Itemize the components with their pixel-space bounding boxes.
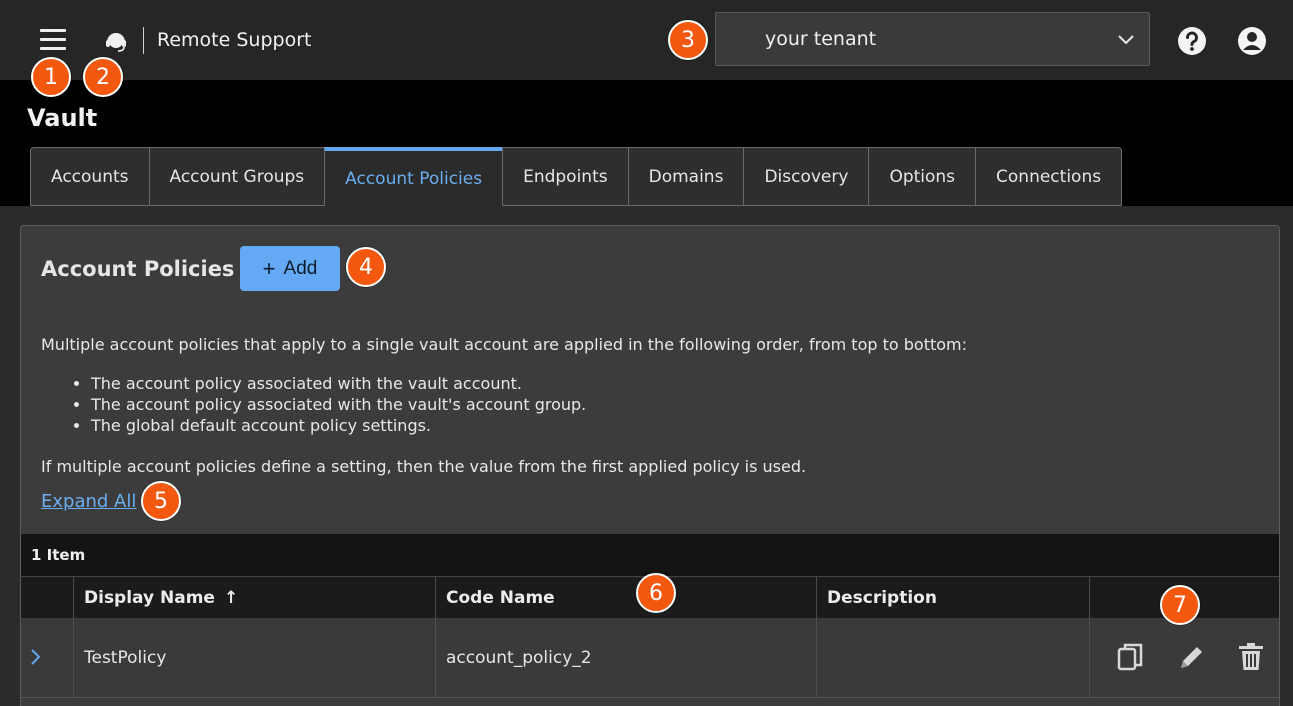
cell-code-name: account_policy_2	[435, 618, 816, 698]
top-bar: Remote Support your tenant	[0, 0, 1293, 80]
tab-domains[interactable]: Domains	[627, 147, 744, 206]
panel-title: Account Policies	[41, 257, 235, 281]
page-title: Vault	[27, 104, 98, 132]
policy-order-description: Multiple account policies that apply to …	[41, 335, 967, 354]
cell-text: TestPolicy	[84, 648, 167, 668]
list-item: The account policy associated with the v…	[91, 394, 586, 415]
chevron-right-icon[interactable]	[26, 646, 46, 668]
cell-display-name: TestPolicy	[73, 618, 435, 698]
expand-all-link[interactable]: Expand All	[41, 491, 136, 512]
cell-description	[816, 618, 1089, 698]
sort-ascending-icon: ↑	[223, 588, 239, 608]
policy-note: If multiple account policies define a se…	[41, 457, 807, 476]
trash-icon[interactable]	[1236, 641, 1266, 673]
list-item: The account policy associated with the v…	[91, 373, 586, 394]
chevron-down-icon	[1118, 35, 1134, 45]
edit-pencil-icon[interactable]	[1176, 641, 1206, 673]
tab-options[interactable]: Options	[868, 147, 976, 206]
vault-header: Vault Accounts Account Groups Account Po…	[0, 80, 1293, 206]
account-policies-panel: Account Policies + Add Multiple account …	[20, 225, 1280, 706]
tab-accounts[interactable]: Accounts	[30, 147, 149, 206]
hamburger-menu-icon[interactable]	[40, 29, 66, 51]
policy-order-list: The account policy associated with the v…	[91, 373, 586, 436]
cell-actions	[1089, 618, 1279, 698]
tab-account-groups[interactable]: Account Groups	[148, 147, 325, 206]
tenant-select[interactable]: your tenant	[715, 12, 1150, 66]
user-account-icon[interactable]	[1237, 26, 1267, 56]
callout-5: 5	[141, 481, 181, 521]
add-button[interactable]: + Add	[240, 246, 340, 291]
tab-connections[interactable]: Connections	[975, 147, 1123, 206]
callout-6: 6	[636, 573, 676, 613]
item-count-bar: 1 Item	[21, 534, 1279, 576]
column-label: Description	[827, 588, 937, 608]
app-title: Remote Support	[157, 29, 312, 51]
column-code-name[interactable]: Code Name	[435, 577, 816, 619]
help-icon[interactable]	[1177, 26, 1207, 56]
table-row: TestPolicy account_policy_2	[21, 618, 1279, 698]
list-item: The global default account policy settin…	[91, 415, 586, 436]
callout-4: 4	[346, 247, 386, 287]
column-label: Display Name	[84, 588, 215, 608]
item-count: 1 Item	[31, 546, 86, 564]
tab-account-policies[interactable]: Account Policies	[324, 147, 503, 206]
cell-text: account_policy_2	[446, 648, 592, 668]
callout-1: 1	[31, 57, 71, 97]
callout-7: 7	[1160, 585, 1200, 625]
copy-icon[interactable]	[1116, 641, 1146, 673]
column-display-name[interactable]: Display Name ↑	[73, 577, 435, 619]
tenant-value: your tenant	[765, 28, 877, 50]
column-description[interactable]: Description	[816, 577, 1089, 619]
title-divider	[143, 27, 144, 54]
callout-3: 3	[668, 20, 708, 60]
tab-endpoints[interactable]: Endpoints	[502, 147, 628, 206]
headset-icon	[106, 33, 126, 52]
column-label: Code Name	[446, 588, 555, 608]
callout-2: 2	[83, 57, 123, 97]
plus-icon: +	[262, 255, 276, 281]
add-button-label: Add	[283, 257, 318, 279]
vault-tabs: Accounts Account Groups Account Policies…	[30, 147, 1123, 206]
tab-discovery[interactable]: Discovery	[743, 147, 869, 206]
